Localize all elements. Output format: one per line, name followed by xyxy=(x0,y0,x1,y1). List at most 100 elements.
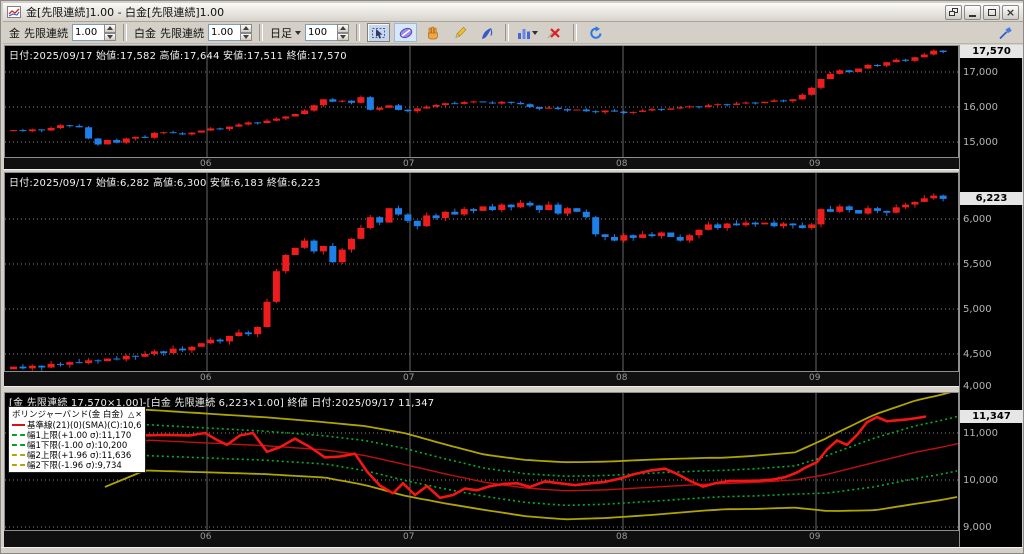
month-tick-label: 06 xyxy=(200,159,212,169)
cascade-icon xyxy=(949,8,958,16)
maximize-button[interactable] xyxy=(983,4,1000,20)
gold-ratio-input[interactable] xyxy=(72,24,104,41)
range-select-icon xyxy=(371,27,385,39)
hand-pan-button[interactable] xyxy=(421,23,444,42)
chart-settings-button[interactable] xyxy=(994,23,1017,42)
refresh-icon xyxy=(589,25,601,39)
platinum-chart-canvas[interactable] xyxy=(5,173,958,371)
hand-icon xyxy=(427,26,438,39)
chart-type-button[interactable] xyxy=(516,23,539,42)
price-tick-label: 5,000 xyxy=(963,304,992,315)
legend-close-button[interactable]: ✕ xyxy=(135,410,142,419)
bar-chart-icon xyxy=(518,28,530,39)
price-tick-label: 4,500 xyxy=(963,349,992,360)
period-dropdown[interactable]: 日足 xyxy=(270,25,301,41)
gold-ratio-up-button[interactable] xyxy=(104,24,116,33)
price-tick-label: 11,000 xyxy=(963,428,998,439)
gold-chart-canvas[interactable] xyxy=(5,46,958,157)
legend-row-lower2: 幅2下限(-1.96 σ):9,734 xyxy=(12,460,142,470)
red-line-swatch-icon xyxy=(12,424,25,426)
bars-count-input[interactable] xyxy=(305,24,337,41)
bollinger-legend: ボリンジャーバンド(金 白金) △ ✕ 基準線(21)(0)(SMA)(C):1… xyxy=(8,406,146,473)
month-tick-label: 09 xyxy=(809,159,821,169)
price-tick-label: 6,000 xyxy=(963,214,992,225)
platinum-info-line: 日付:2025/09/17 始値:6,282 高値:6,300 安値:6,183… xyxy=(9,178,321,189)
month-tick-label: 08 xyxy=(616,159,628,169)
legend-row-upper1: 幅1上限(+1.00 σ):11,170 xyxy=(12,430,142,440)
gold-ratio-down-button[interactable] xyxy=(104,32,116,41)
price-tick-label: 9,000 xyxy=(963,522,992,533)
toolbar-separator xyxy=(505,24,509,41)
spread-chart-canvas[interactable] xyxy=(5,393,958,530)
bars-count-down-button[interactable] xyxy=(337,32,349,41)
draw-nib-button[interactable] xyxy=(475,23,498,42)
price-axis-column: 17,570 6,223 11,347 17,000 16,000 15,000 6,… xyxy=(959,45,1023,547)
minimize-button[interactable] xyxy=(964,4,981,20)
price-tick-label: 15,000 xyxy=(963,137,998,148)
toolbar-separator xyxy=(123,24,127,41)
legend-row-lower1: 幅1下限(-1.00 σ):10,200 xyxy=(12,440,142,450)
gold-series-label: 先限連続 xyxy=(24,26,68,40)
platinum-chart-panel[interactable]: 日付:2025/09/17 始値:6,282 高値:6,300 安値:6,183… xyxy=(4,172,959,372)
platinum-ratio-spinner xyxy=(208,24,252,41)
platinum-ratio-up-button[interactable] xyxy=(240,24,252,33)
spread-chart-panel[interactable]: [金 先限連続 17,570×1.00]-[白金 先限連続 6,223×1.00… xyxy=(4,392,959,531)
minimize-icon xyxy=(969,14,976,17)
close-button[interactable]: × xyxy=(1002,4,1019,20)
toolbar-separator xyxy=(259,24,263,41)
platinum-ratio-down-button[interactable] xyxy=(240,32,252,41)
platinum-series-label: 先限連続 xyxy=(160,26,204,40)
spread-last-price-box: 11,347 xyxy=(960,410,1023,423)
pencil-icon xyxy=(454,26,466,38)
delete-x-icon xyxy=(547,27,560,38)
platinum-time-axis: 06 07 08 09 xyxy=(4,372,959,386)
month-tick-label: 08 xyxy=(616,532,628,542)
spread-time-axis: 06 07 08 09 xyxy=(4,531,959,547)
legend-title: ボリンジャーバンド(金 白金) xyxy=(12,410,124,420)
trendline-icon xyxy=(399,27,412,38)
window-title: 金[先限連続]1.00 - 白金[先限連続]1.00 xyxy=(26,6,225,19)
delete-drawing-button[interactable] xyxy=(543,23,566,42)
gold-info-line: 日付:2025/09/17 始値:17,582 高値:17,644 安値:17,… xyxy=(9,51,347,62)
trendline-tool-button[interactable] xyxy=(394,23,417,42)
price-tick-label: 10,000 xyxy=(963,475,998,486)
gold-ratio-spinner xyxy=(72,24,116,41)
refresh-button[interactable] xyxy=(584,23,607,42)
month-tick-label: 06 xyxy=(200,373,212,383)
legend-row-sma: 基準線(21)(0)(SMA)(C):10,685 xyxy=(12,420,142,430)
yellow-dash-swatch-icon xyxy=(12,464,25,466)
settings-pen-icon xyxy=(999,26,1012,39)
legend-row-upper2: 幅2上限(+1.96 σ):11,636 xyxy=(12,450,142,460)
window-bottom-border xyxy=(1,547,1023,553)
month-tick-label: 07 xyxy=(403,532,415,542)
gold-symbol-label: 金 xyxy=(9,26,20,40)
range-select-button[interactable] xyxy=(367,23,390,42)
yellow-dash-swatch-icon xyxy=(12,454,25,456)
bars-count-up-button[interactable] xyxy=(337,24,349,33)
nib-icon xyxy=(481,27,492,39)
month-tick-label: 09 xyxy=(809,532,821,542)
platinum-ratio-input[interactable] xyxy=(208,24,240,41)
price-tick-label: 5,500 xyxy=(963,259,992,270)
platinum-symbol-label: 白金 xyxy=(134,26,156,40)
price-tick-label: 4,000 xyxy=(963,381,992,392)
platinum-last-price-box: 6,223 xyxy=(960,192,1023,205)
maximize-icon xyxy=(987,8,996,16)
gold-last-price-box: 17,570 xyxy=(960,45,1023,58)
month-tick-label: 09 xyxy=(809,373,821,383)
cascade-button[interactable] xyxy=(945,4,962,20)
month-tick-label: 07 xyxy=(403,373,415,383)
close-icon: × xyxy=(1005,5,1016,19)
toolbar-separator xyxy=(573,24,577,41)
app-window: 金[先限連続]1.00 - 白金[先限連続]1.00 × 金 先限連続 白金 先… xyxy=(0,0,1024,554)
title-bar: 金[先限連続]1.00 - 白金[先限連続]1.00 × xyxy=(3,3,1023,22)
green-dash-swatch-icon xyxy=(12,434,25,436)
pencil-tool-button[interactable] xyxy=(448,23,471,42)
chevron-down-icon xyxy=(295,30,301,35)
gold-chart-panel[interactable]: 日付:2025/09/17 始値:17,582 高値:17,644 安値:17,… xyxy=(4,45,959,158)
month-tick-label: 06 xyxy=(200,532,212,542)
legend-collapse-button[interactable]: △ xyxy=(128,410,134,419)
month-tick-label: 08 xyxy=(616,373,628,383)
period-label: 日足 xyxy=(270,26,292,40)
bars-count-spinner xyxy=(305,24,349,41)
